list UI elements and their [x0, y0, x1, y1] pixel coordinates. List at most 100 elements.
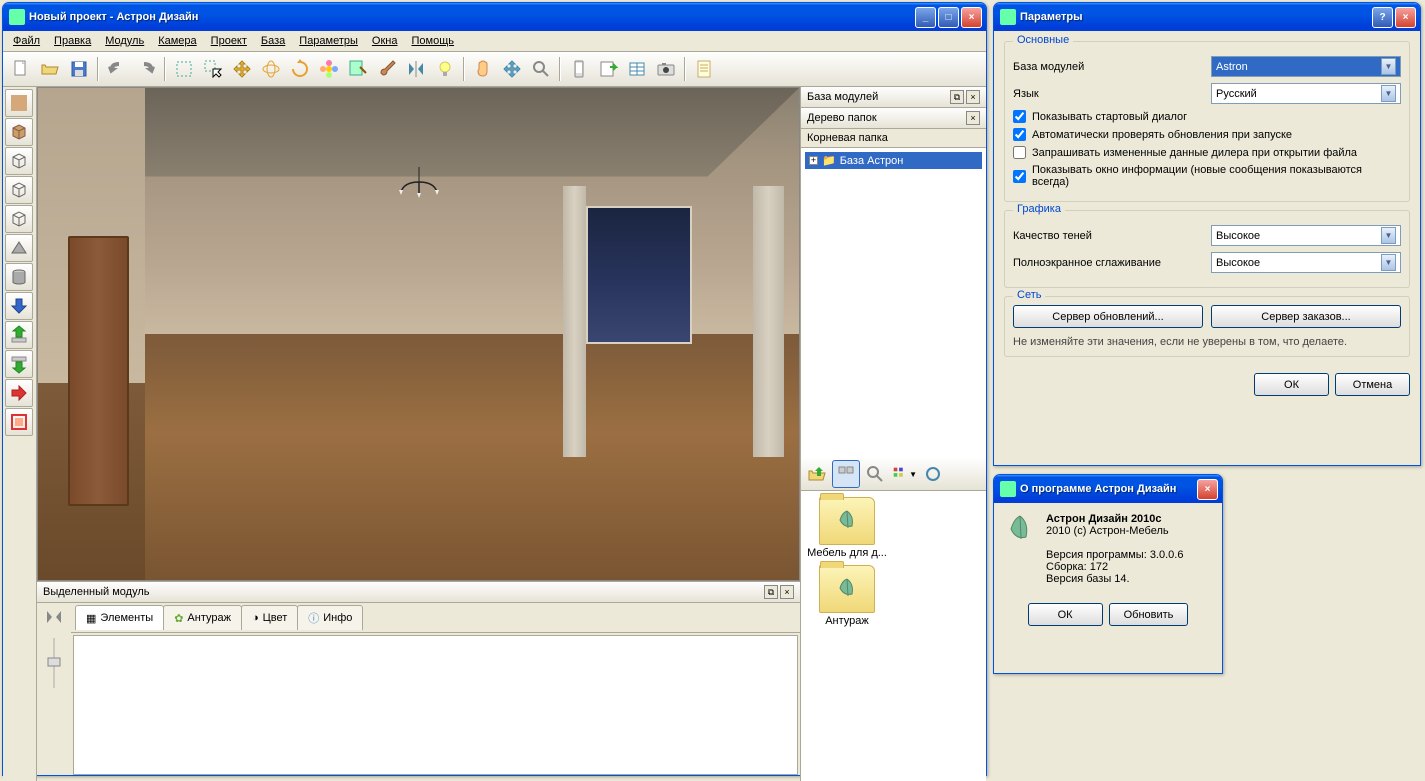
cb-start-dialog[interactable] [1013, 110, 1026, 123]
zoom-icon[interactable] [527, 55, 555, 83]
panel-float-icon[interactable]: ⧉ [950, 90, 964, 104]
folder-furniture[interactable]: Мебель для д... [807, 497, 887, 559]
menu-base[interactable]: База [255, 33, 291, 49]
texture-tool-icon[interactable] [5, 89, 33, 117]
expand-icon[interactable]: + [809, 156, 818, 165]
menu-edit[interactable]: Правка [48, 33, 97, 49]
view-large-icon[interactable] [832, 460, 860, 488]
folder-entourage[interactable]: Антураж [807, 565, 887, 627]
order-server-button[interactable]: Сервер заказов... [1211, 305, 1401, 328]
browse-up-icon[interactable] [803, 460, 831, 488]
params-titlebar[interactable]: Параметры ? × [994, 3, 1420, 31]
export-icon[interactable] [594, 55, 622, 83]
curtain-left[interactable] [563, 186, 586, 457]
update-button[interactable]: Обновить [1109, 603, 1189, 626]
mobile-icon[interactable] [565, 55, 593, 83]
tab-entourage[interactable]: ✿Антураж [163, 605, 242, 630]
rotate-icon[interactable] [286, 55, 314, 83]
hand-icon[interactable] [469, 55, 497, 83]
menu-module[interactable]: Модуль [99, 33, 150, 49]
shadow-label: Качество теней [1013, 230, 1203, 242]
new-file-icon[interactable] [7, 55, 35, 83]
door-object[interactable] [68, 236, 129, 507]
select-cursor-icon[interactable] [199, 55, 227, 83]
arrow-down-blue-icon[interactable] [5, 292, 33, 320]
lightbulb-icon[interactable] [431, 55, 459, 83]
panel-close-icon[interactable]: × [966, 90, 980, 104]
menu-file[interactable]: Файл [7, 33, 46, 49]
slider-handle-icon[interactable] [46, 638, 62, 691]
mirror-small-icon[interactable] [44, 607, 64, 630]
close-button[interactable]: × [1197, 479, 1218, 500]
panel-close-icon[interactable]: × [780, 585, 794, 599]
chandelier-object[interactable] [389, 167, 449, 207]
base-label: База модулей [1013, 61, 1203, 73]
cb-auto-update[interactable] [1013, 128, 1026, 141]
open-icon[interactable] [36, 55, 64, 83]
ok-button[interactable]: ОК [1254, 373, 1329, 396]
lang-combo[interactable]: Русский▼ [1211, 83, 1401, 104]
close-button[interactable]: × [961, 7, 982, 28]
camera-icon[interactable] [652, 55, 680, 83]
cancel-button[interactable]: Отмена [1335, 373, 1410, 396]
about-titlebar[interactable]: О программе Астрон Дизайн × [994, 475, 1222, 503]
wedge-icon[interactable] [5, 234, 33, 262]
close-button[interactable]: × [1395, 7, 1416, 28]
redo-icon[interactable] [132, 55, 160, 83]
main-titlebar[interactable]: Новый проект - Астрон Дизайн _ □ × [3, 3, 986, 31]
window-object[interactable] [586, 206, 693, 344]
cube-wire3-icon[interactable] [5, 205, 33, 233]
tree-item-astron[interactable]: + 📁 База Астрон [805, 152, 982, 169]
folder-browser: Мебель для д... Антураж [801, 491, 986, 781]
orbit-icon[interactable] [498, 55, 526, 83]
panel-close-icon[interactable]: × [966, 111, 980, 125]
rotate-3d-icon[interactable] [257, 55, 285, 83]
tab-info[interactable]: ⓘИнфо [297, 605, 363, 630]
tab-elements[interactable]: ▦Элементы [75, 605, 164, 630]
menu-windows[interactable]: Окна [366, 33, 404, 49]
3d-viewport[interactable] [37, 87, 800, 581]
menu-project[interactable]: Проект [205, 33, 253, 49]
ok-button[interactable]: ОК [1028, 603, 1103, 626]
cube-solid-icon[interactable] [5, 118, 33, 146]
magic-wand-icon[interactable] [344, 55, 372, 83]
select-rect-icon[interactable] [170, 55, 198, 83]
tab-color[interactable]: ◑Цвет [241, 605, 298, 630]
report-icon[interactable] [690, 55, 718, 83]
maximize-button[interactable]: □ [938, 7, 959, 28]
about-icon [1000, 481, 1016, 497]
network-warning: Не изменяйте эти значения, если не увере… [1013, 336, 1401, 348]
minimize-button[interactable]: _ [915, 7, 936, 28]
help-button[interactable]: ? [1372, 7, 1393, 28]
view-list-icon[interactable]: ▼ [890, 460, 918, 488]
arrow-right-red-icon[interactable] [5, 379, 33, 407]
flower-icon[interactable] [315, 55, 343, 83]
view-search-icon[interactable] [861, 460, 889, 488]
grid-icon: ▦ [86, 612, 96, 625]
undo-icon[interactable] [103, 55, 131, 83]
menu-camera[interactable]: Камера [152, 33, 202, 49]
base-combo[interactable]: Astron▼ [1211, 56, 1401, 77]
mirror-icon[interactable] [402, 55, 430, 83]
panel-float-icon[interactable]: ⧉ [764, 585, 778, 599]
arrow-up-green-icon[interactable] [5, 321, 33, 349]
aa-combo[interactable]: Высокое▼ [1211, 252, 1401, 273]
frame-red-icon[interactable] [5, 408, 33, 436]
view-refresh-icon[interactable] [919, 460, 947, 488]
shadow-combo[interactable]: Высокое▼ [1211, 225, 1401, 246]
save-icon[interactable] [65, 55, 93, 83]
brush-icon[interactable] [373, 55, 401, 83]
curtain-right[interactable] [753, 186, 783, 457]
cb-info-window[interactable] [1013, 170, 1026, 183]
arrow-up-green2-icon[interactable] [5, 350, 33, 378]
cylinder-icon[interactable] [5, 263, 33, 291]
update-server-button[interactable]: Сервер обновлений... [1013, 305, 1203, 328]
cube-wire2-icon[interactable] [5, 176, 33, 204]
cube-wire-icon[interactable] [5, 147, 33, 175]
move-icon[interactable] [228, 55, 256, 83]
table-icon[interactable] [623, 55, 651, 83]
main-window: Новый проект - Астрон Дизайн _ □ × Файл … [2, 2, 987, 776]
cb-dealer-data[interactable] [1013, 146, 1026, 159]
menu-help[interactable]: Помощь [405, 33, 460, 49]
menu-params[interactable]: Параметры [293, 33, 364, 49]
